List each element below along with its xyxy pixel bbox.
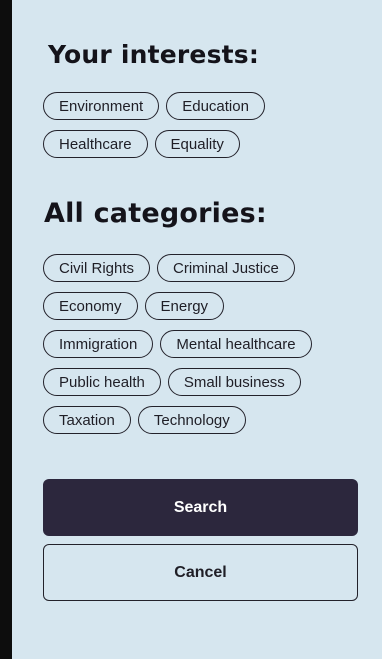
chip-row: Healthcare Equality: [43, 130, 363, 158]
search-button[interactable]: Search: [43, 479, 358, 536]
category-chip-economy[interactable]: Economy: [43, 292, 138, 320]
cancel-button[interactable]: Cancel: [43, 544, 358, 601]
interest-chip-environment[interactable]: Environment: [43, 92, 160, 120]
category-chip-small-business[interactable]: Small business: [167, 368, 301, 396]
all-categories-chips: Civil Rights Criminal Justice Economy En…: [43, 254, 363, 444]
category-chip-immigration[interactable]: Immigration: [43, 330, 154, 358]
category-chip-civil-rights[interactable]: Civil Rights: [43, 254, 151, 282]
chip-row: Immigration Mental healthcare: [43, 330, 363, 358]
all-categories-heading: All categories:: [44, 198, 267, 229]
interest-chip-equality[interactable]: Equality: [154, 130, 240, 158]
interest-chip-education[interactable]: Education: [166, 92, 265, 120]
chip-row: Environment Education: [43, 92, 363, 120]
category-chip-taxation[interactable]: Taxation: [43, 406, 131, 434]
filter-panel: Your interests: Environment Education He…: [12, 0, 382, 659]
category-chip-criminal-justice[interactable]: Criminal Justice: [157, 254, 295, 282]
chip-row: Public health Small business: [43, 368, 363, 396]
chip-row: Economy Energy: [43, 292, 363, 320]
chip-row: Taxation Technology: [43, 406, 363, 434]
category-chip-technology[interactable]: Technology: [137, 406, 246, 434]
category-chip-energy[interactable]: Energy: [144, 292, 225, 320]
category-chip-mental-healthcare[interactable]: Mental healthcare: [160, 330, 312, 358]
category-chip-public-health[interactable]: Public health: [43, 368, 161, 396]
your-interests-chips: Environment Education Healthcare Equalit…: [43, 92, 363, 168]
chip-row: Civil Rights Criminal Justice: [43, 254, 363, 282]
interest-chip-healthcare[interactable]: Healthcare: [43, 130, 148, 158]
your-interests-heading: Your interests:: [48, 40, 260, 69]
